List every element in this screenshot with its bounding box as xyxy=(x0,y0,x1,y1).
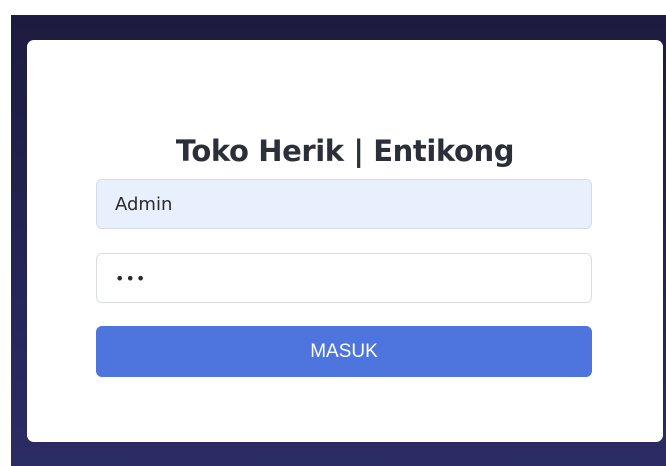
login-button[interactable]: MASUK xyxy=(96,326,592,377)
page-background: Toko Herik | Entikong MASUK xyxy=(11,15,666,466)
page-title: Toko Herik | Entikong xyxy=(175,134,515,168)
password-input[interactable] xyxy=(96,253,592,303)
username-input[interactable] xyxy=(96,179,592,229)
login-card: Toko Herik | Entikong MASUK xyxy=(27,40,663,442)
